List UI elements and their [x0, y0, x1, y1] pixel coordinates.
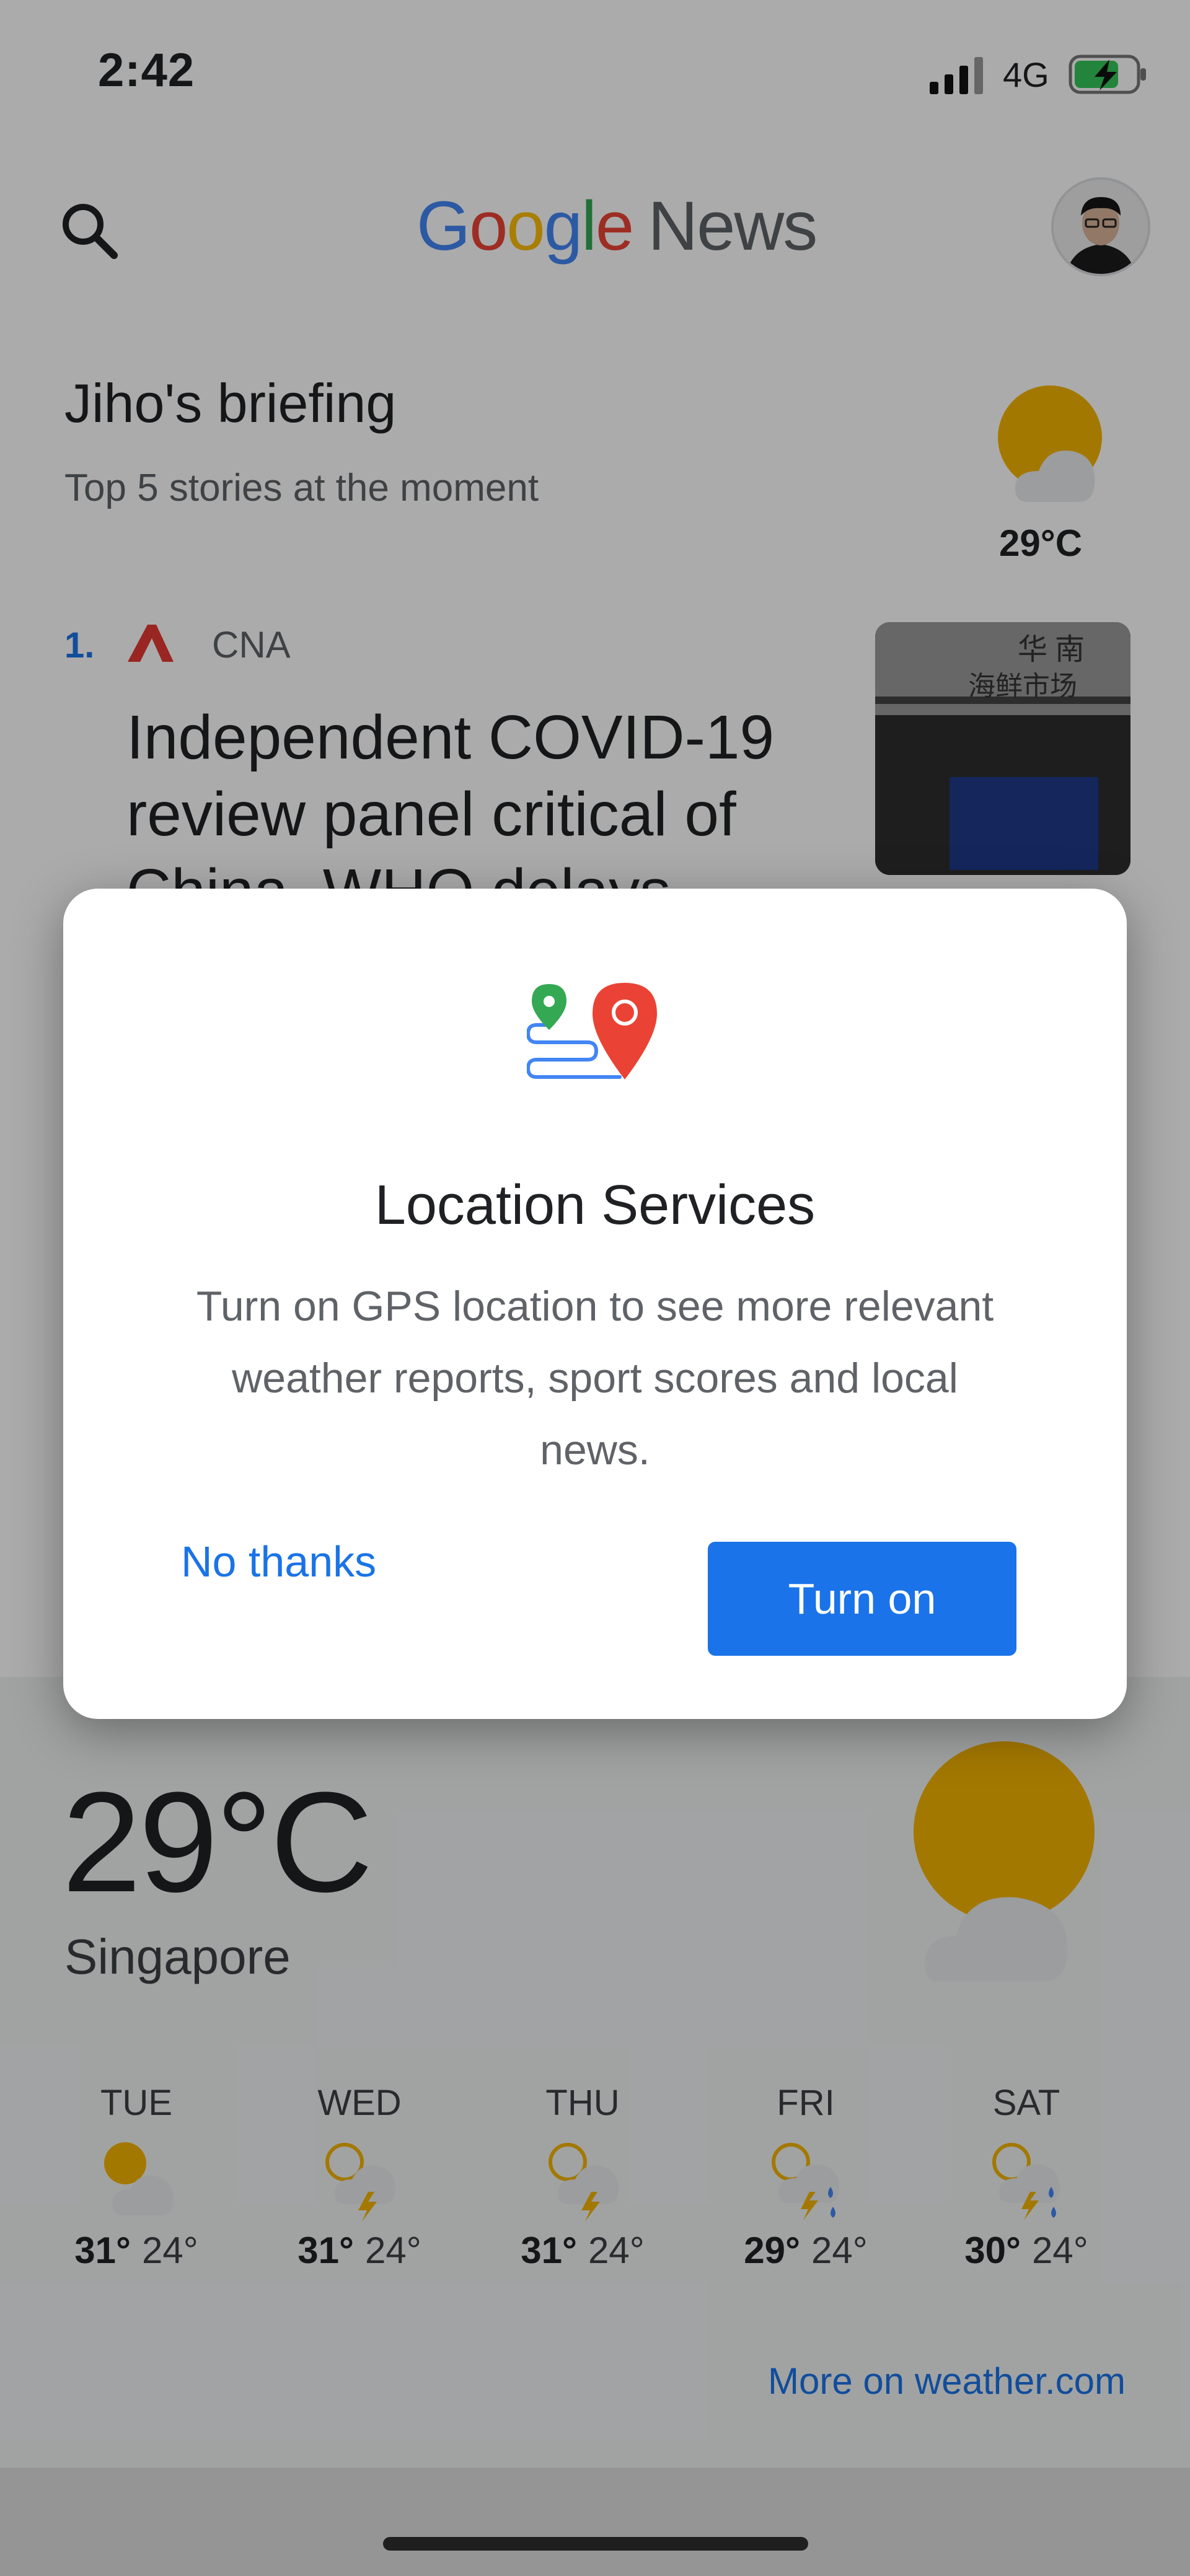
turn-on-button[interactable]: Turn on	[708, 1542, 1016, 1656]
location-services-dialog: Location Services Turn on GPS location t…	[63, 889, 1127, 1719]
dialog-body: Turn on GPS location to see more relevan…	[196, 1283, 994, 1474]
home-indicator[interactable]	[383, 2537, 808, 2551]
no-thanks-button[interactable]: No thanks	[181, 1537, 376, 1586]
dialog-title: Location Services	[374, 1174, 816, 1236]
location-route-icon	[527, 983, 657, 1079]
